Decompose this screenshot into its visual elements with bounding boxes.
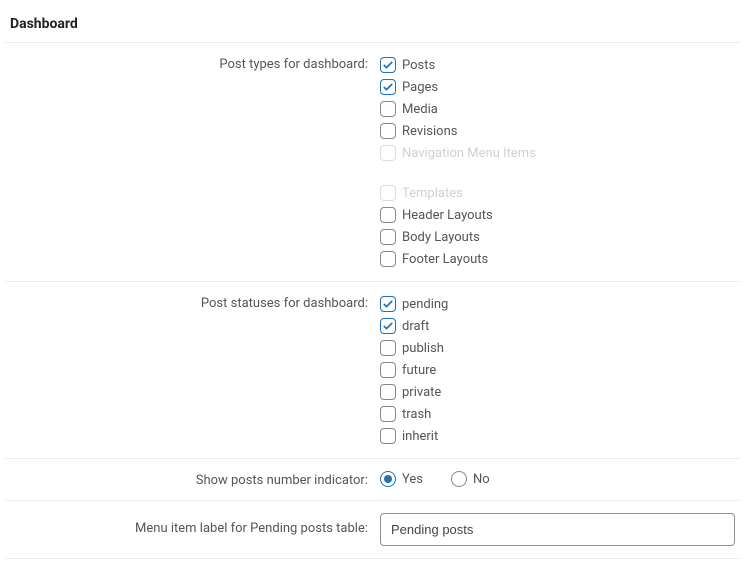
post-type-label[interactable]: Pages [402,80,438,95]
menu-item-label-text: Menu item label for Pending posts table: [5,513,380,536]
post-statuses-list: pending draft publish future private trash inh… [380,294,728,446]
section-title: Dashboard [5,10,740,43]
post-status-item: trash [380,404,728,424]
radio-no-label: No [473,472,490,487]
post-status-label[interactable]: future [402,363,436,378]
post-status-checkbox[interactable] [380,384,396,400]
post-status-checkbox[interactable] [380,428,396,444]
post-type-checkbox[interactable] [380,207,396,223]
post-type-item: Body Layouts [380,227,728,247]
post-type-item: Footer Layouts [380,249,728,269]
post-status-label[interactable]: draft [402,319,429,334]
post-status-label[interactable]: trash [402,407,431,422]
radio-yes[interactable]: Yes [380,471,423,487]
menu-item-label-row: Menu item label for Pending posts table: [5,501,740,559]
post-type-item: Pages [380,77,728,97]
post-type-label[interactable]: Posts [402,58,435,73]
post-status-label[interactable]: private [402,385,441,400]
post-type-checkbox[interactable] [380,251,396,267]
post-status-item: inherit [380,426,728,446]
post-type-label[interactable]: Footer Layouts [402,252,488,267]
post-type-checkbox[interactable] [380,229,396,245]
post-statuses-label: Post statuses for dashboard: [5,294,380,311]
post-type-item: Navigation Menu Items [380,143,728,163]
post-statuses-row: Post statuses for dashboard: pending draf… [5,282,740,459]
post-type-item: Templates [380,183,728,203]
post-status-checkbox[interactable] [380,296,396,312]
menu-item-label-input[interactable] [380,513,735,546]
post-type-checkbox[interactable] [380,185,396,201]
post-type-checkbox[interactable] [380,145,396,161]
post-type-label[interactable]: Media [402,102,438,117]
post-types-list: Posts Pages Media Revisions Navigation Menu … [380,55,728,269]
post-type-checkbox[interactable] [380,123,396,139]
post-status-checkbox[interactable] [380,318,396,334]
post-type-label[interactable]: Body Layouts [402,230,480,245]
post-type-checkbox[interactable] [380,57,396,73]
post-type-label[interactable]: Revisions [402,124,457,139]
post-status-label[interactable]: publish [402,341,444,356]
post-types-row: Post types for dashboard: Posts Pages Medi… [5,43,740,282]
post-type-label[interactable]: Header Layouts [402,208,493,223]
post-type-item: Header Layouts [380,205,728,225]
post-status-label[interactable]: inherit [402,429,438,444]
post-type-label[interactable]: Navigation Menu Items [402,146,536,161]
show-indicator-row: Show posts number indicator: Yes No [5,459,740,501]
post-status-checkbox[interactable] [380,362,396,378]
post-status-item: draft [380,316,728,336]
post-status-item: private [380,382,728,402]
post-status-item: future [380,360,728,380]
post-status-label[interactable]: pending [402,297,448,312]
post-type-item: Revisions [380,121,728,141]
post-status-checkbox[interactable] [380,340,396,356]
post-type-checkbox[interactable] [380,101,396,117]
radio-dot [380,471,396,487]
post-status-item: pending [380,294,728,314]
show-indicator-label: Show posts number indicator: [5,471,380,488]
post-type-label[interactable]: Templates [402,186,463,201]
post-type-item: Media [380,99,728,119]
show-indicator-radio: Yes No [380,471,728,487]
post-type-checkbox[interactable] [380,79,396,95]
post-status-item: publish [380,338,728,358]
post-types-label: Post types for dashboard: [5,55,380,72]
radio-dot [451,471,467,487]
post-type-gap [380,165,728,181]
post-status-checkbox[interactable] [380,406,396,422]
post-type-item: Posts [380,55,728,75]
radio-no[interactable]: No [451,471,490,487]
radio-yes-label: Yes [402,472,423,487]
